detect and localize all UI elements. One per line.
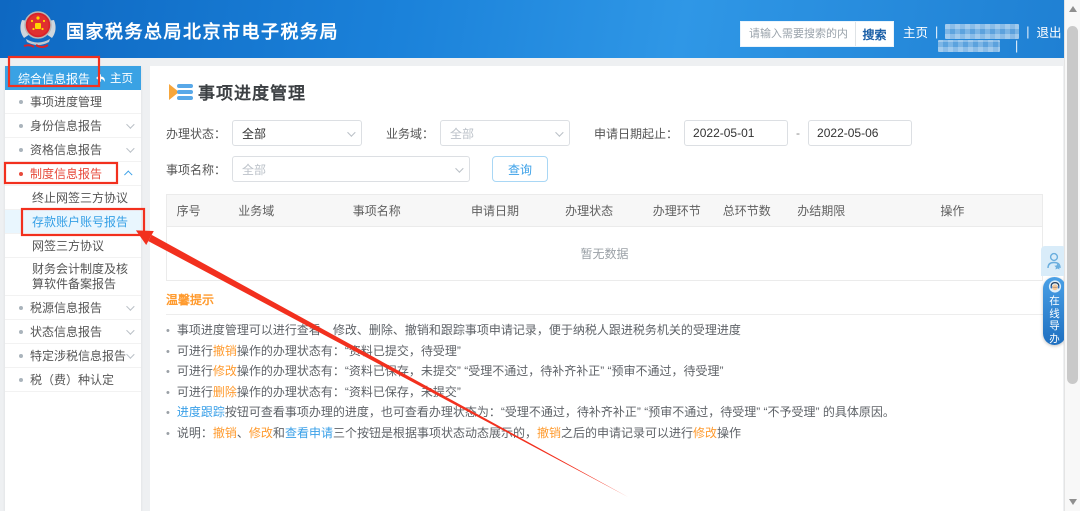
site-title: 国家税务总局北京市电子税务局 — [66, 22, 339, 42]
sidebar-header: 综合信息报告 主页 — [5, 66, 141, 90]
sidebar-item-deposit-account-report[interactable]: 存款账户账号报告 — [5, 210, 141, 234]
chevron-down-icon — [455, 164, 464, 173]
sidebar-item-terminate-agreement[interactable]: 终止网签三方协议 — [5, 186, 141, 210]
page-title: 事项进度管理 — [198, 84, 306, 103]
top-banner: 国家税务总局北京市电子税务局 搜索 主页 | | 退出 | — [0, 0, 1064, 58]
online-guide-label: 在线导办 — [1049, 295, 1060, 345]
vertical-scrollbar[interactable] — [1064, 0, 1080, 511]
tip-line: 事项进度管理可以进行查看、修改、删除、撤销和跟踪事项申请记录，便于纳税人跟进税务… — [166, 322, 1043, 339]
header-search: 搜索 — [740, 21, 894, 47]
sidebar-item-status[interactable]: 状态信息报告 — [5, 320, 141, 344]
empty-state-text: 暂无数据 — [580, 247, 629, 261]
progress-table: 序号 业务域 事项名称 申请日期 办理状态 办理环节 总环节数 办结期限 操作 … — [166, 194, 1043, 281]
sidebar-home-link[interactable]: 主页 — [95, 70, 133, 86]
empty-row: 暂无数据 — [167, 227, 1043, 281]
sidebar-item-system-report[interactable]: 制度信息报告 — [5, 162, 141, 186]
customer-service-avatar-icon — [1048, 280, 1061, 293]
tips-list: 事项进度管理可以进行查看、修改、删除、撤销和跟踪事项申请记录，便于纳税人跟进税务… — [166, 322, 1043, 442]
status-label: 办理状态： — [166, 126, 227, 141]
sidebar-item-progress[interactable]: 事项进度管理 — [5, 90, 141, 114]
back-home-icon — [96, 74, 105, 82]
sidebar-item-identity[interactable]: 身份信息报告 — [5, 114, 141, 138]
tip-line: 进度跟踪按钮可查看事项办理的进度，也可查看办理状态为：“受理不通过，待补齐补正”… — [166, 404, 1043, 421]
domain-select[interactable]: 全部 — [440, 120, 571, 146]
redacted-taxpayer-id — [938, 40, 1000, 52]
tip-line: 可进行撤销操作的办理状态有：“资料已提交，待受理” — [166, 343, 1043, 360]
chevron-down-icon — [126, 143, 135, 153]
page-title-icon — [169, 83, 193, 100]
item-name-label: 事项名称： — [166, 162, 227, 177]
col-item-name: 事项名称 — [302, 194, 452, 227]
date-to-input[interactable] — [808, 120, 913, 146]
logout-link[interactable]: 退出 — [1037, 22, 1062, 41]
chevron-down-icon — [126, 301, 135, 311]
col-business-domain: 业务域 — [210, 194, 303, 227]
main-content: 事项进度管理 办理状态： 全部 业务域： 全部 申请日期起止： - — [150, 66, 1063, 511]
bullet-icon — [19, 353, 23, 358]
sidebar-item-online-agreement[interactable]: 网签三方协议 — [5, 234, 141, 258]
sidebar-item-tax-source[interactable]: 税源信息报告 — [5, 296, 141, 320]
chevron-down-icon — [555, 128, 564, 137]
table-header-row: 序号 业务域 事项名称 申请日期 办理状态 办理环节 总环节数 办结期限 操作 — [166, 194, 1043, 227]
sidebar-item-accounting-filing[interactable]: 财务会计制度及核算软件备案报告 — [5, 258, 141, 296]
col-deadline: 办结期限 — [779, 194, 863, 227]
user-star-icon — [1046, 252, 1061, 270]
sidebar-menu: 事项进度管理 身份信息报告 资格信息报告 制度信息报告 终止网签三方协议 存款账… — [5, 90, 141, 392]
home-link[interactable]: 主页 — [903, 22, 928, 41]
bullet-icon — [19, 147, 23, 152]
bullet-icon — [19, 377, 23, 382]
tip-line: 可进行修改操作的办理状态有：“资料已保存，未提交” “受理不通过，待补齐补正” … — [166, 363, 1043, 380]
bullet-icon — [19, 329, 23, 334]
page: 国家税务总局北京市电子税务局 搜索 主页 | | 退出 | 综合信息报告 主页 — [0, 0, 1080, 511]
bullet-icon — [19, 99, 23, 104]
sidebar-item-qualification[interactable]: 资格信息报告 — [5, 138, 141, 162]
col-actions: 操作 — [862, 194, 1043, 227]
col-total-steps: 总环节数 — [713, 194, 780, 227]
chevron-down-icon — [126, 325, 135, 335]
tax-bureau-emblem-icon — [20, 11, 56, 48]
chevron-up-icon — [124, 169, 133, 179]
sidebar: 综合信息报告 主页 事项进度管理 身份信息报告 资格信息报告 制度信息报告 终止… — [5, 66, 141, 511]
date-from-input[interactable] — [684, 120, 789, 146]
status-select[interactable]: 全部 — [232, 120, 363, 146]
favorite-user-widget[interactable] — [1041, 246, 1066, 276]
sidebar-item-tax-type[interactable]: 税（费）种认定 — [5, 368, 141, 392]
online-guide-widget[interactable]: 在线导办 — [1043, 277, 1066, 345]
tips-section: 温馨提示 事项进度管理可以进行查看、修改、删除、撤销和跟踪事项申请记录，便于纳税… — [166, 291, 1043, 442]
domain-label: 业务域： — [386, 126, 435, 141]
separator: | — [935, 24, 939, 39]
separator: | — [1026, 24, 1030, 39]
col-seq: 序号 — [166, 194, 211, 227]
divider — [166, 314, 1043, 315]
col-status: 办理状态 — [538, 194, 640, 227]
bullet-icon — [19, 123, 23, 128]
filter-bar: 办理状态： 全部 业务域： 全部 申请日期起止： - 事项名称： 全部 — [166, 120, 1043, 182]
tips-title: 温馨提示 — [166, 293, 215, 307]
user-bar-secondary: | — [938, 39, 1018, 53]
scrollbar-thumb[interactable] — [1067, 26, 1078, 384]
chevron-down-icon — [126, 119, 135, 129]
separator: | — [1015, 39, 1019, 53]
tip-line: 说明：撤销、修改和查看申请三个按钮是根据事项状态动态展示的，撤销之后的申请记录可… — [166, 425, 1043, 442]
search-input[interactable] — [741, 22, 855, 46]
scroll-up-arrow-icon[interactable] — [1069, 6, 1077, 12]
chevron-down-icon — [347, 128, 356, 137]
chevron-down-icon — [126, 349, 135, 359]
tip-line: 可进行删除操作的办理状态有：“资料已保存，未提交” — [166, 384, 1043, 401]
sidebar-item-specific-tax-info[interactable]: 特定涉税信息报告 — [5, 344, 141, 368]
date-separator: - — [796, 126, 801, 140]
scroll-down-arrow-icon[interactable] — [1069, 499, 1077, 505]
sidebar-category-title: 综合信息报告 — [18, 71, 91, 86]
query-button[interactable]: 查询 — [492, 156, 549, 182]
bullet-icon — [19, 305, 23, 310]
item-name-select[interactable]: 全部 — [232, 156, 471, 182]
date-range-label: 申请日期起止： — [594, 126, 679, 141]
redacted-username — [945, 24, 1020, 39]
col-apply-date: 申请日期 — [451, 194, 539, 227]
search-button[interactable]: 搜索 — [855, 22, 893, 46]
bullet-icon — [19, 171, 23, 176]
col-step: 办理环节 — [639, 194, 714, 227]
